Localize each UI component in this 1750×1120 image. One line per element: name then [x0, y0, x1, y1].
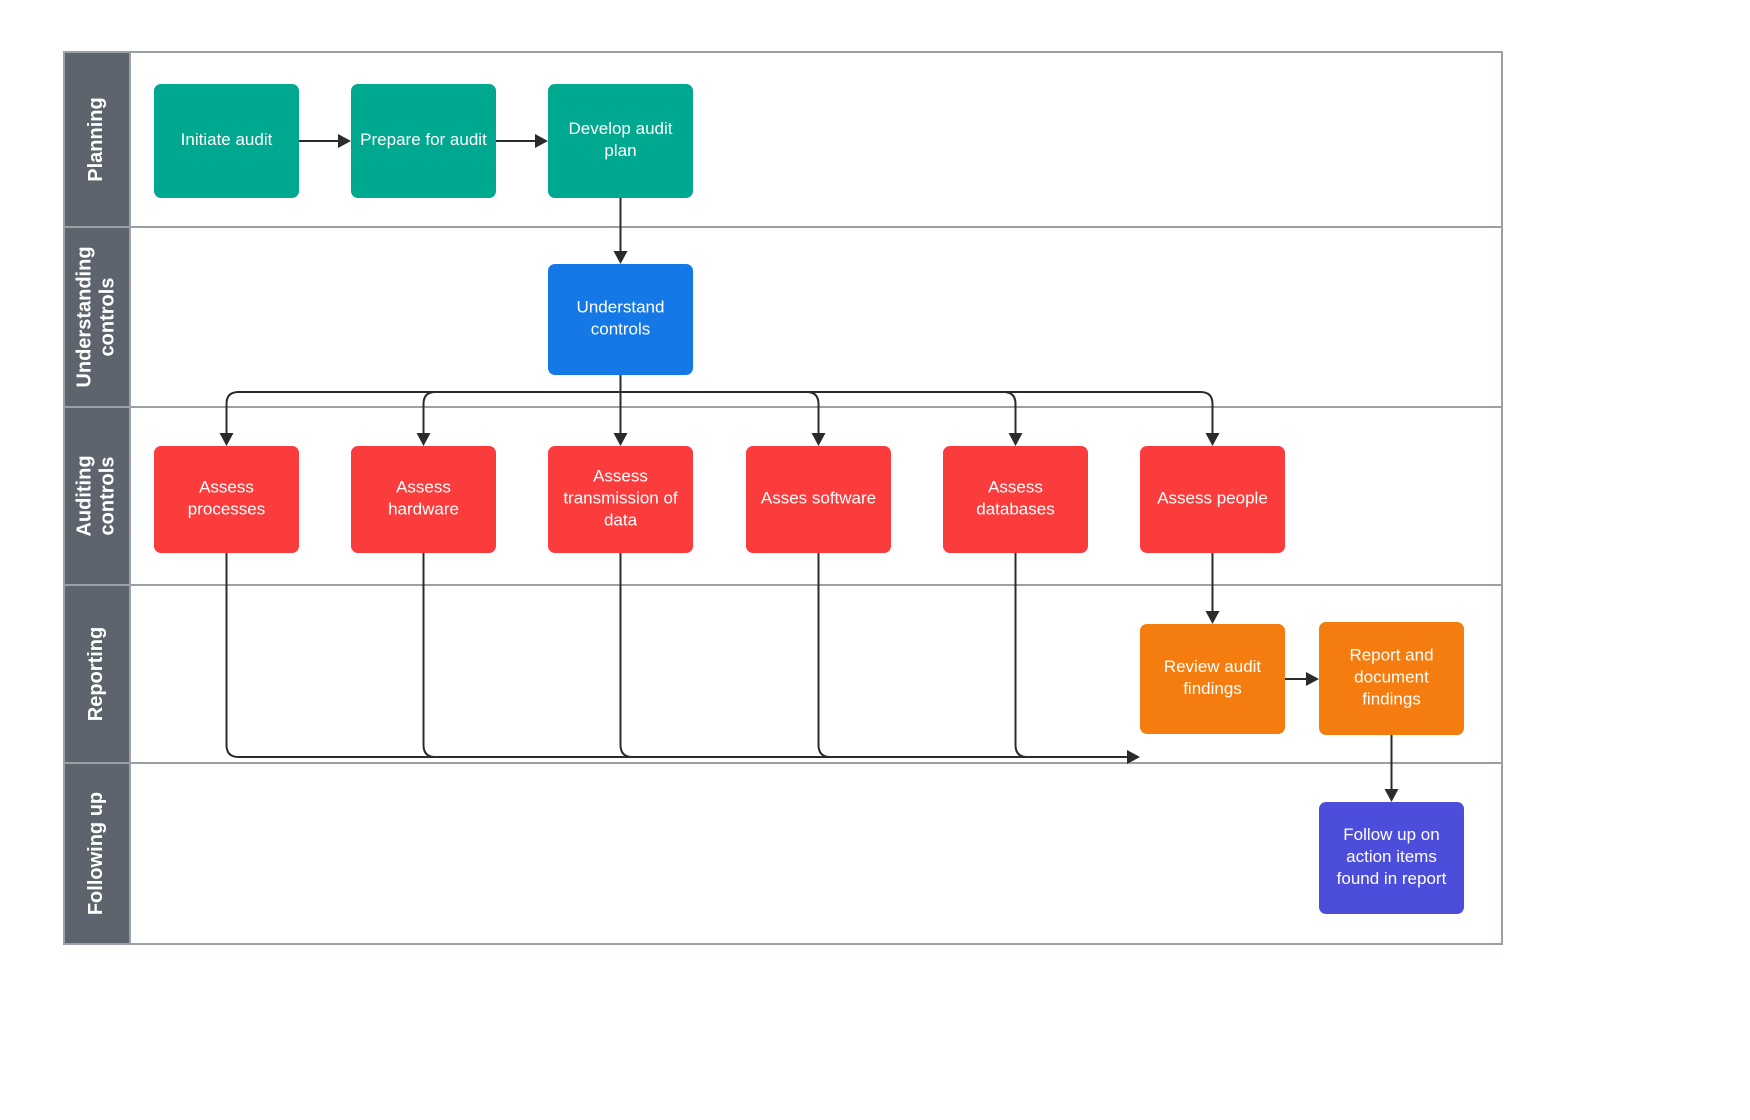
swimlane-diagram: Planning Understandingcontrols Auditingcon… [63, 51, 1503, 945]
node-label-prepare_audit: Prepare for audit [360, 130, 487, 149]
node-assess_databases[interactable]: Assess databases [943, 446, 1088, 553]
node-review_findings[interactable]: Review audit findings [1140, 624, 1285, 734]
node-follow_up[interactable]: Follow up on action items found in report [1319, 802, 1464, 914]
diagram-canvas: Planning Understandingcontrols Auditingcon… [0, 0, 1750, 1120]
node-label-initiate_audit: Initiate audit [181, 130, 273, 149]
node-assess_transmission[interactable]: Assess transmission of data [548, 446, 693, 553]
swimlane-body-reporting [129, 584, 1503, 764]
swimlane-body-understanding [129, 226, 1503, 408]
swimlane-label-reporting: Reporting [85, 627, 107, 721]
node-report_document[interactable]: Report and document findings [1319, 622, 1464, 735]
node-prepare_audit[interactable]: Prepare for audit [351, 84, 496, 198]
node-develop_plan[interactable]: Develop audit plan [548, 84, 693, 198]
swimlane-body-following_up [129, 762, 1503, 945]
node-assess_people[interactable]: Assess people [1140, 446, 1285, 553]
node-assess_processes[interactable]: Assess processes [154, 446, 299, 553]
swimlane-body-planning [129, 51, 1503, 228]
node-assess_hardware[interactable]: Assess hardware [351, 446, 496, 553]
swimlane-following_up: Following up [63, 762, 1503, 945]
node-asses_software[interactable]: Asses software [746, 446, 891, 553]
swimlane-understanding: Understandingcontrols [63, 226, 1503, 408]
node-label-asses_software: Asses software [761, 489, 876, 508]
node-understand_ctrl[interactable]: Understand controls [548, 264, 693, 375]
node-initiate_audit[interactable]: Initiate audit [154, 84, 299, 198]
swimlane-label-planning: Planning [85, 97, 107, 181]
swimlane-label-following_up: Following up [85, 792, 107, 915]
node-label-assess_people: Assess people [1157, 489, 1268, 508]
swimlane-label-auditing: Auditingcontrols [74, 455, 119, 536]
node-label-follow_up: Follow up on action items found in report [1337, 825, 1447, 888]
swimlane-reporting: Reporting [63, 584, 1503, 764]
